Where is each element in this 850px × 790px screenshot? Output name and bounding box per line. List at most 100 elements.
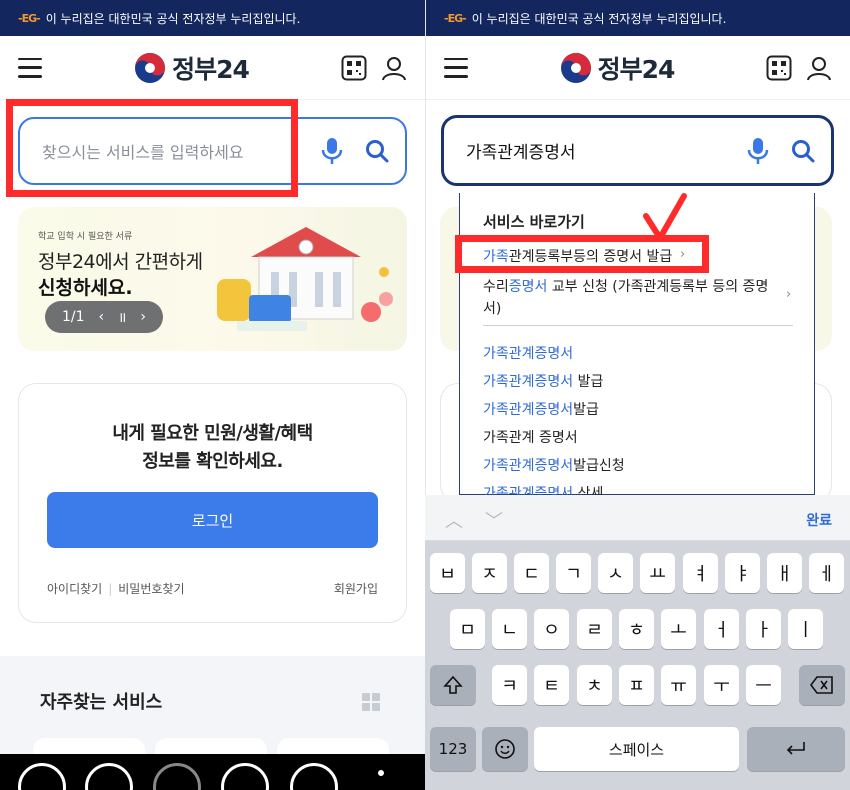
suggestion-item[interactable]: 가족관계 증명서 — [483, 427, 578, 447]
android-nav-bar — [0, 754, 425, 790]
taegeuk-icon — [560, 52, 591, 83]
search-input[interactable]: 가족관계증명서 — [466, 138, 747, 163]
shortcut-item[interactable]: 수리증명서 교부 신청 (가족관계등록부 등의 증명 — [483, 276, 768, 296]
key[interactable]: ㅏ — [746, 609, 781, 649]
taegeuk-icon — [135, 52, 166, 83]
done-button[interactable]: 완료 — [806, 510, 832, 530]
pager-count: 1/1 — [61, 309, 85, 325]
key[interactable]: ㅁ — [450, 609, 485, 649]
promo-banner[interactable]: 학교 입학 시 필요한 서류 정부24에서 간편하게 신청하세요. 1/1 ‹ … — [18, 207, 407, 351]
qr-code-icon[interactable] — [341, 55, 367, 81]
frequent-services-title: 자주찾는 서비스 — [40, 692, 163, 713]
key[interactable]: ㄴ — [492, 609, 527, 649]
key[interactable]: ㅅ — [598, 553, 633, 593]
keyboard: ︿ ﹀ 완료 ㅂ ㅈ ㄷ ㄱ ㅅ ㅛ ㅕ ㅑ ㅐ ㅔ ㅁ ㄴ ㅇ ㄹ ㅎ ㅗ ㅓ… — [425, 495, 850, 790]
return-key[interactable] — [747, 727, 845, 771]
banner-line2: 신청하세요. — [38, 277, 133, 299]
egov-mark-icon: -EG- — [444, 11, 467, 25]
key[interactable]: ㅇ — [534, 609, 569, 649]
refresh-icon[interactable] — [221, 763, 269, 790]
more-icon[interactable] — [378, 770, 384, 776]
keyboard-toolbar: ︿ ﹀ 완료 — [425, 495, 850, 541]
find-password-link[interactable]: 비밀번호찾기 — [118, 582, 184, 596]
up-arrow-icon[interactable]: ︿ — [445, 507, 463, 533]
shortcut-heading: 서비스 바로가기 — [483, 213, 585, 231]
annotation-checkmark — [643, 193, 687, 241]
suggestion-item[interactable]: 가족관계증명서 발급 — [483, 371, 603, 391]
grid-icon[interactable] — [362, 693, 380, 711]
key[interactable]: ㅗ — [661, 609, 696, 649]
key[interactable]: ㄱ — [556, 553, 591, 593]
numbers-key[interactable]: 123 — [430, 727, 476, 771]
space-key[interactable]: 스페이스 — [534, 727, 739, 771]
settings-icon[interactable] — [290, 763, 338, 790]
key[interactable]: ㅜ — [704, 665, 739, 705]
back-icon[interactable] — [85, 763, 133, 790]
key[interactable]: ㅈ — [472, 553, 507, 593]
key[interactable]: ㅋ — [492, 665, 527, 705]
login-card: 내게 필요한 민원/생활/혜택 정보를 확인하세요. 로그인 아이디찾기 | 비밀번… — [18, 383, 407, 623]
emoji-key[interactable] — [482, 727, 528, 771]
backspace-icon — [810, 676, 833, 694]
gov-official-banner: -EG- 이 누리집은 대한민국 공식 전자정부 누리집입니다. — [426, 0, 850, 36]
search-icon[interactable] — [791, 139, 815, 163]
key[interactable]: ㅎ — [619, 609, 654, 649]
key[interactable]: ㅑ — [725, 553, 760, 593]
chevron-right-icon: › — [786, 287, 792, 302]
cancel-icon[interactable] — [153, 763, 201, 790]
menu-icon[interactable] — [444, 57, 468, 78]
key[interactable]: ㅠ — [661, 665, 696, 705]
find-id-link[interactable]: 아이디찾기 — [47, 582, 102, 596]
shift-key[interactable] — [430, 665, 476, 705]
key[interactable]: ㅍ — [619, 665, 654, 705]
school-illustration — [217, 227, 393, 331]
backspace-key[interactable] — [799, 665, 845, 705]
shortcut-item-wrap[interactable]: 서) — [483, 298, 501, 318]
banner-line1: 정부24에서 간편하게 — [38, 251, 203, 273]
shift-icon — [443, 675, 463, 694]
suggestion-item[interactable]: 가족관계증명서발급신청 — [483, 455, 625, 475]
key[interactable]: ㅛ — [640, 553, 675, 593]
pause-icon[interactable]: ॥ — [118, 308, 126, 327]
emoji-icon — [495, 739, 515, 759]
next-icon[interactable]: › — [140, 309, 146, 325]
search-icon[interactable] — [365, 139, 389, 163]
top-bar: 정부24 — [0, 36, 425, 100]
signup-link[interactable]: 회원가입 — [334, 580, 378, 597]
banner-subtitle: 학교 입학 시 필요한 서류 — [38, 232, 133, 242]
logo[interactable]: 정부24 — [134, 50, 250, 86]
key[interactable]: ㄷ — [514, 553, 549, 593]
user-icon[interactable] — [806, 55, 832, 81]
login-message: 내게 필요한 민원/생활/혜택 정보를 확인하세요. — [112, 423, 313, 472]
top-bar: 정부24 — [426, 36, 850, 100]
left-screen: -EG- 이 누리집은 대한민국 공식 전자정부 누리집입니다. 정부24 찾으… — [0, 0, 425, 790]
menu-icon[interactable] — [18, 57, 42, 78]
key[interactable]: ㅌ — [534, 665, 569, 705]
gov-banner-text: 이 누리집은 대한민국 공식 전자정부 누리집입니다. — [471, 11, 727, 26]
key[interactable]: ㅣ — [788, 609, 823, 649]
return-icon — [786, 742, 805, 755]
suggestion-item[interactable]: 가족관계증명서발급 — [483, 399, 599, 419]
key[interactable]: ㄹ — [577, 609, 612, 649]
key[interactable]: ㅔ — [809, 553, 844, 593]
annotation-red-box — [6, 99, 298, 197]
gov-banner-text: 이 누리집은 대한민국 공식 전자정부 누리집입니다. — [45, 11, 301, 26]
qr-code-icon[interactable] — [766, 55, 792, 81]
key[interactable]: ㅡ — [746, 665, 781, 705]
down-arrow-icon[interactable]: ﹀ — [485, 507, 503, 533]
logo-text: 정부24 — [597, 54, 676, 84]
microphone-icon[interactable] — [747, 137, 769, 165]
key[interactable]: ㅂ — [430, 553, 465, 593]
suggestion-item[interactable]: 가족관계증명서 — [483, 343, 573, 363]
key[interactable]: ㅓ — [704, 609, 739, 649]
user-icon[interactable] — [381, 55, 407, 81]
search-box[interactable]: 가족관계증명서 — [441, 115, 834, 186]
home-icon[interactable] — [18, 763, 66, 790]
prev-icon[interactable]: ‹ — [98, 309, 104, 325]
key[interactable]: ㅐ — [767, 553, 802, 593]
key[interactable]: ㅕ — [683, 553, 718, 593]
login-button[interactable]: 로그인 — [47, 492, 378, 548]
logo[interactable]: 정부24 — [560, 50, 675, 86]
key[interactable]: ㅊ — [577, 665, 612, 705]
microphone-icon[interactable] — [321, 137, 343, 165]
